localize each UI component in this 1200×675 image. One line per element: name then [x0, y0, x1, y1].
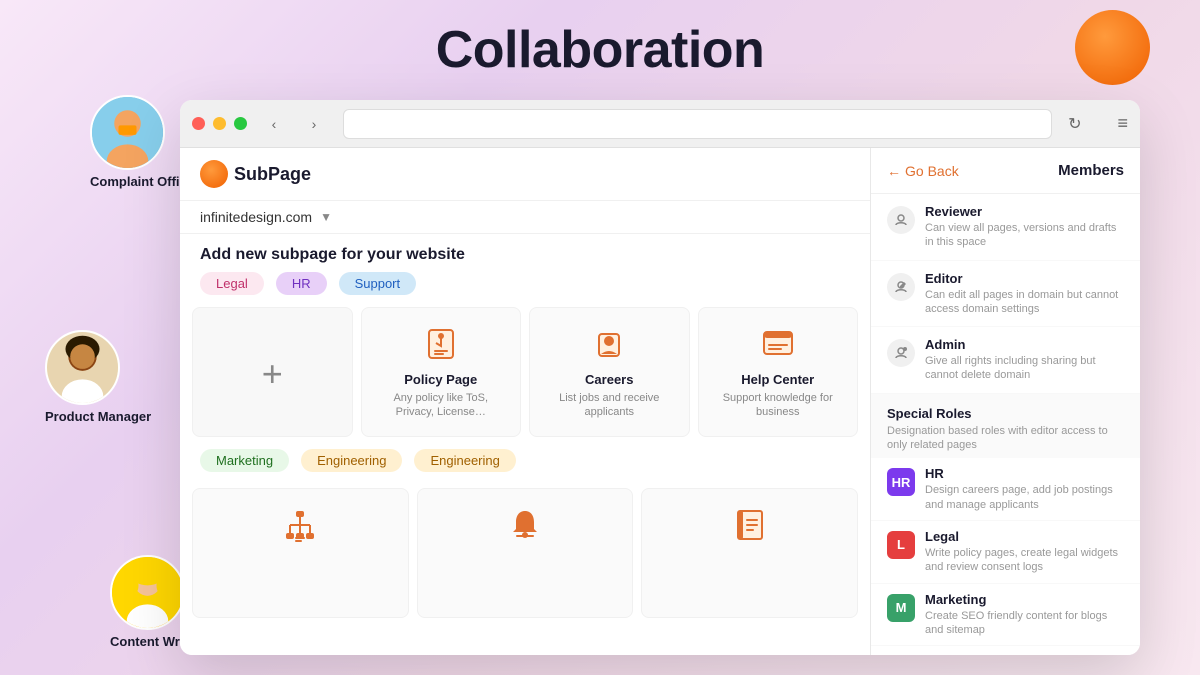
- add-page-card[interactable]: +: [192, 307, 353, 437]
- tab-engineering-2[interactable]: Engineering: [414, 449, 515, 472]
- page-grid-row2: [180, 484, 870, 622]
- subpage-header: SubPage: [180, 148, 870, 201]
- admin-icon: [887, 339, 915, 367]
- policy-card-title: Policy Page: [404, 372, 477, 387]
- special-roles-header: Special Roles Designation based roles wi…: [871, 394, 1140, 459]
- tab-hr[interactable]: HR: [276, 272, 327, 295]
- domain-filter-icon[interactable]: ▼: [320, 210, 332, 224]
- product-manager-label: Product Manager: [45, 409, 151, 424]
- category-tabs-row1: Legal HR Support: [180, 272, 870, 295]
- special-role-marketing[interactable]: M Marketing Create SEO friendly content …: [871, 584, 1140, 647]
- marketing-icon: M: [887, 594, 915, 622]
- reviewer-name: Reviewer: [925, 204, 1124, 219]
- hr-info: HR Design careers page, add job postings…: [925, 466, 1124, 512]
- members-panel-header: ← Go Back Members: [871, 148, 1140, 194]
- engineering-info: Engineering List product updates, showca…: [925, 654, 1124, 655]
- special-role-legal[interactable]: L Legal Write policy pages, create legal…: [871, 521, 1140, 584]
- hr-icon: HR: [887, 468, 915, 496]
- browser-window: ‹ › ↻ ≡ SubPage infinitedesign.com ▼: [180, 100, 1140, 655]
- plus-icon: +: [262, 353, 283, 395]
- bell-page-card[interactable]: [417, 488, 634, 618]
- editor-name: Editor: [925, 271, 1124, 286]
- legal-desc: Write policy pages, create legal widgets…: [925, 546, 1124, 575]
- reviewer-desc: Can view all pages, versions and drafts …: [925, 221, 1124, 250]
- special-roles-desc: Designation based roles with editor acce…: [887, 424, 1124, 453]
- reviewer-info: Reviewer Can view all pages, versions an…: [925, 204, 1124, 250]
- helpcenter-icon: [758, 324, 798, 364]
- role-admin[interactable]: Admin Give all rights including sharing …: [871, 327, 1140, 394]
- editor-desc: Can edit all pages in domain but cannot …: [925, 288, 1124, 317]
- browser-content: SubPage infinitedesign.com ▼ Add new sub…: [180, 148, 1140, 655]
- reviewer-icon: [887, 206, 915, 234]
- role-reviewer[interactable]: Reviewer Can view all pages, versions an…: [871, 194, 1140, 261]
- menu-button[interactable]: ≡: [1117, 113, 1128, 134]
- careers-page-card[interactable]: Careers List jobs and receive applicants: [529, 307, 690, 437]
- careers-icon: [589, 324, 629, 364]
- logo-icon: [200, 160, 228, 188]
- bell-icon: [505, 505, 545, 545]
- logo-text: SubPage: [234, 164, 311, 185]
- editor-info: Editor Can edit all pages in domain but …: [925, 271, 1124, 317]
- avatar-product-manager: Product Manager: [45, 330, 151, 424]
- subpage-logo: SubPage: [200, 160, 311, 188]
- domain-bar: infinitedesign.com ▼: [180, 201, 870, 234]
- policy-card-desc: Any policy like ToS, Privacy, License…: [374, 391, 509, 420]
- page-title: Collaboration: [0, 0, 1200, 80]
- careers-card-desc: List jobs and receive applicants: [542, 391, 677, 420]
- org-page-card[interactable]: [192, 488, 409, 618]
- careers-card-title: Careers: [585, 372, 633, 387]
- org-icon: [280, 505, 320, 545]
- add-subpage-title: Add new subpage for your website: [180, 234, 870, 272]
- orange-circle-decoration: [1075, 10, 1150, 85]
- go-back-button[interactable]: ← Go Back: [887, 163, 959, 179]
- book-icon: [730, 505, 770, 545]
- admin-desc: Give all rights including sharing but ca…: [925, 354, 1124, 383]
- tab-engineering-1[interactable]: Engineering: [301, 449, 402, 472]
- marketing-info: Marketing Create SEO friendly content fo…: [925, 592, 1124, 638]
- browser-back-button[interactable]: ‹: [261, 111, 287, 137]
- admin-info: Admin Give all rights including sharing …: [925, 337, 1124, 383]
- legal-info: Legal Write policy pages, create legal w…: [925, 529, 1124, 575]
- engineering-name: Engineering: [925, 654, 1124, 655]
- hr-desc: Design careers page, add job postings an…: [925, 483, 1124, 512]
- marketing-desc: Create SEO friendly content for blogs an…: [925, 609, 1124, 638]
- tab-legal[interactable]: Legal: [200, 272, 264, 295]
- traffic-light-green[interactable]: [234, 117, 247, 130]
- special-role-hr[interactable]: HR HR Design careers page, add job posti…: [871, 458, 1140, 521]
- admin-name: Admin: [925, 337, 1124, 352]
- special-roles-title: Special Roles: [887, 406, 1124, 421]
- main-area: SubPage infinitedesign.com ▼ Add new sub…: [180, 148, 870, 655]
- go-back-arrow-icon: ←: [887, 163, 901, 179]
- members-panel: ← Go Back Members Reviewer Can view all …: [870, 148, 1140, 655]
- address-bar[interactable]: [343, 109, 1052, 139]
- reload-button[interactable]: ↻: [1068, 114, 1081, 134]
- domain-name: infinitedesign.com: [200, 209, 312, 225]
- tab-support[interactable]: Support: [339, 272, 417, 295]
- legal-name: Legal: [925, 529, 1124, 544]
- members-title: Members: [1058, 162, 1124, 179]
- traffic-light-red[interactable]: [192, 117, 205, 130]
- helpcenter-card-desc: Support knowledge for business: [711, 391, 846, 420]
- category-tabs-row2: Marketing Engineering Engineering: [180, 441, 870, 476]
- browser-forward-button[interactable]: ›: [301, 111, 327, 137]
- hr-name: HR: [925, 466, 1124, 481]
- special-role-engineering[interactable]: E Engineering List product updates, show…: [871, 646, 1140, 655]
- legal-icon: L: [887, 531, 915, 559]
- marketing-name: Marketing: [925, 592, 1124, 607]
- helpcenter-card-title: Help Center: [741, 372, 814, 387]
- book-page-card[interactable]: [641, 488, 858, 618]
- browser-chrome: ‹ › ↻ ≡: [180, 100, 1140, 148]
- policy-icon: [421, 324, 461, 364]
- role-editor[interactable]: Editor Can edit all pages in domain but …: [871, 261, 1140, 328]
- tab-marketing[interactable]: Marketing: [200, 449, 289, 472]
- page-grid-row1: + Policy Page Any policy like: [180, 303, 870, 441]
- go-back-label: Go Back: [905, 163, 959, 179]
- policy-page-card[interactable]: Policy Page Any policy like ToS, Privacy…: [361, 307, 522, 437]
- helpcenter-page-card[interactable]: Help Center Support knowledge for busine…: [698, 307, 859, 437]
- editor-icon: [887, 273, 915, 301]
- traffic-light-yellow[interactable]: [213, 117, 226, 130]
